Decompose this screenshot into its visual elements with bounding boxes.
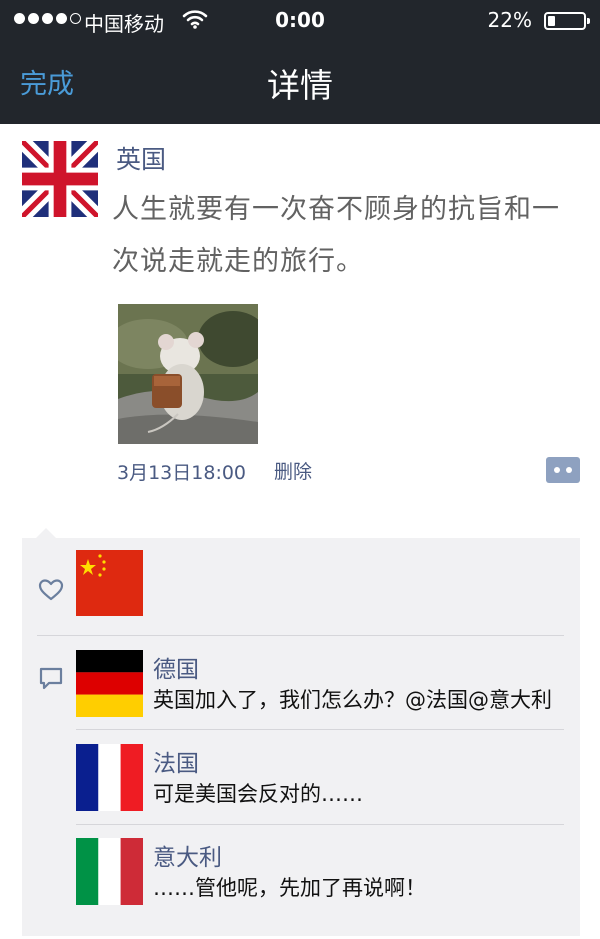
china-flag-icon[interactable] (76, 550, 143, 616)
uk-flag-icon[interactable] (22, 141, 98, 217)
feedback-panel: 德国 英国加入了，我们怎么办？@法国@意大利 法国 可是美国会反对的…… 意大利… (22, 528, 580, 936)
italy-flag-icon[interactable] (76, 838, 143, 905)
heart-icon (38, 579, 64, 601)
comment-author[interactable]: 德国 (153, 650, 199, 684)
battery-percent: 22% (487, 8, 532, 32)
battery-icon (544, 12, 590, 30)
status-bar: 中国移动 0:00 22% (0, 0, 600, 40)
divider (76, 824, 564, 825)
france-flag-icon[interactable] (76, 744, 143, 811)
post-card: 英国 人生就要有一次奋不顾身的抗旨和一次说走就走的旅行。 3月13日18:00 … (0, 124, 600, 939)
post-time: 3月13日18:00 (117, 462, 247, 484)
comment-author[interactable]: 意大利 (153, 838, 222, 872)
top-bar: 中国移动 0:00 22% 完成 详情 (0, 0, 600, 124)
delete-button[interactable]: 删除 (274, 457, 312, 484)
post-author[interactable]: 英国 (116, 140, 166, 176)
page-title: 详情 (267, 66, 333, 105)
comment-button-icon[interactable] (546, 457, 580, 483)
comment-text: 可是美国会反对的…… (153, 782, 363, 806)
divider (76, 729, 564, 730)
post-content: 人生就要有一次奋不顾身的抗旨和一次说走就走的旅行。 (112, 194, 560, 277)
comment-text: 英国加入了，我们怎么办？@法国@意大利 (153, 688, 552, 712)
comment-text: ……管他呢，先加了再说啊！ (153, 876, 426, 900)
post-photo[interactable] (118, 304, 258, 444)
divider (37, 635, 564, 636)
speech-bubble-icon (39, 667, 63, 690)
comment-author[interactable]: 法国 (153, 744, 199, 778)
germany-flag-icon[interactable] (76, 650, 143, 717)
